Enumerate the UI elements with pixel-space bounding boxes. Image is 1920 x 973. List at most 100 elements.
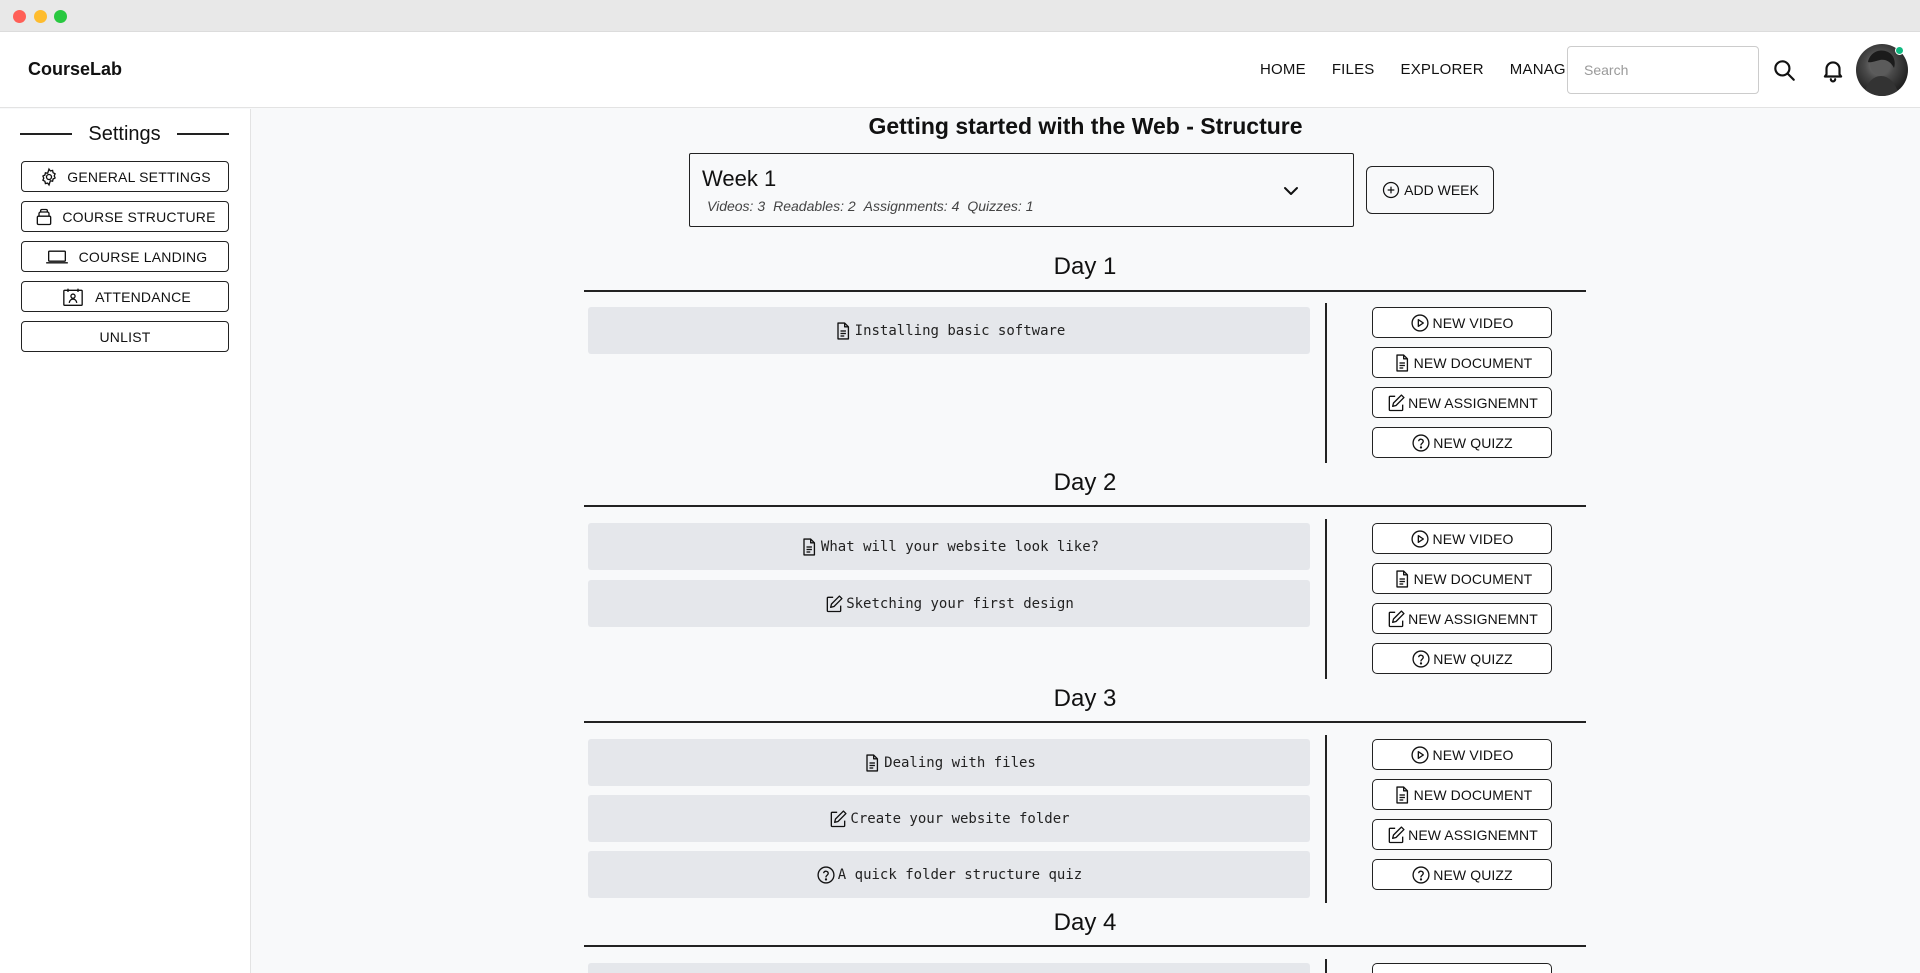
- search-input[interactable]: [1567, 46, 1759, 94]
- item-label: Create your website folder: [850, 810, 1070, 827]
- close-window-button[interactable]: [13, 10, 26, 23]
- action-label: NEW VIDEO: [1432, 530, 1514, 547]
- window-titlebar: [0, 0, 1920, 32]
- day-title: Day 2: [1053, 469, 1117, 496]
- course-landing-button[interactable]: COURSE LANDING: [21, 241, 229, 272]
- sidebar-item-label: UNLIST: [99, 328, 151, 345]
- action-label: NEW VIDEO: [1432, 746, 1514, 763]
- action-label: NEW ASSIGNEMNT: [1408, 826, 1538, 843]
- new-document-button[interactable]: NEW DOCUMENT: [1372, 563, 1552, 594]
- nav-links: HOME FILES EXPLORER MANAGER: [1260, 61, 1613, 78]
- play-circle-icon: [1410, 745, 1430, 765]
- day-divider: [584, 290, 1586, 292]
- column-divider: [1325, 959, 1327, 973]
- general-settings-button[interactable]: GENERAL SETTINGS: [21, 161, 229, 192]
- day-title: Day 4: [1053, 909, 1117, 936]
- nav-link-home[interactable]: HOME: [1260, 61, 1306, 78]
- add-week-button[interactable]: ADD WEEK: [1366, 166, 1494, 214]
- action-label: NEW ASSIGNEMNT: [1408, 394, 1538, 411]
- column-divider: [1325, 735, 1327, 903]
- new-video-button[interactable]: [1372, 963, 1552, 973]
- week-stat-quizzes: Quizzes: 1: [967, 198, 1034, 214]
- list-item[interactable]: What will your website look like?: [588, 523, 1310, 570]
- new-quiz-button[interactable]: NEW QUIZZ: [1372, 859, 1552, 890]
- list-item[interactable]: Installing basic software: [588, 307, 1310, 354]
- sidebar-item-label: COURSE STRUCTURE: [62, 208, 216, 225]
- list-item[interactable]: A quick folder structure quiz: [588, 851, 1310, 898]
- week-stat-videos: Videos: 3: [707, 198, 766, 214]
- sidebar-item-label: GENERAL SETTINGS: [67, 168, 211, 185]
- item-label: A quick folder structure quiz: [837, 866, 1083, 883]
- edit-icon: [824, 594, 844, 614]
- list-item[interactable]: Create your website folder: [588, 795, 1310, 842]
- sidebar-item-label: COURSE LANDING: [78, 248, 208, 265]
- document-icon: [799, 537, 819, 557]
- play-circle-icon: [1410, 529, 1430, 549]
- course-structure-button[interactable]: COURSE STRUCTURE: [21, 201, 229, 232]
- search-icon[interactable]: [1771, 57, 1797, 83]
- settings-sidebar: Settings GENERAL SETTINGS COURSE STRUCTU…: [0, 109, 251, 973]
- brand-logo[interactable]: CourseLab: [28, 59, 122, 80]
- document-icon: [1392, 569, 1412, 589]
- divider: [20, 133, 73, 135]
- item-label: Sketching your first design: [846, 595, 1074, 612]
- new-video-button[interactable]: NEW VIDEO: [1372, 307, 1552, 338]
- new-video-button[interactable]: NEW VIDEO: [1372, 739, 1552, 770]
- action-label: NEW QUIZZ: [1433, 434, 1513, 451]
- new-assignment-button[interactable]: NEW ASSIGNEMNT: [1372, 819, 1552, 850]
- day-title: Day 1: [1053, 253, 1117, 280]
- day-divider: [584, 505, 1586, 507]
- week-dropdown[interactable]: Week 1 Videos: 3 Readables: 2 Assignment…: [689, 153, 1354, 227]
- edit-icon: [1386, 609, 1406, 629]
- item-label: Dealing with files: [884, 754, 1036, 771]
- action-label: NEW DOCUMENT: [1413, 786, 1533, 803]
- gear-icon: [42, 167, 57, 186]
- item-label: Installing basic software: [854, 322, 1066, 339]
- page-title: Getting started with the Web - Structure: [868, 113, 1303, 139]
- new-assignment-button[interactable]: NEW ASSIGNEMNT: [1372, 387, 1552, 418]
- action-label: NEW VIDEO: [1432, 314, 1514, 331]
- new-document-button[interactable]: NEW DOCUMENT: [1372, 347, 1552, 378]
- sidebar-heading: Settings: [20, 121, 230, 147]
- column-divider: [1325, 519, 1327, 679]
- day-divider: [584, 721, 1586, 723]
- week-stat-assignments: Assignments: 4: [863, 198, 960, 214]
- play-circle-icon: [1410, 313, 1430, 333]
- maximize-window-button[interactable]: [54, 10, 67, 23]
- question-icon: [1411, 433, 1431, 453]
- action-label: NEW DOCUMENT: [1413, 354, 1533, 371]
- new-video-button[interactable]: NEW VIDEO: [1372, 523, 1552, 554]
- action-label: NEW QUIZZ: [1433, 650, 1513, 667]
- action-label: NEW QUIZZ: [1433, 866, 1513, 883]
- nav-link-explorer[interactable]: EXPLORER: [1401, 61, 1484, 78]
- laptop-icon: [45, 250, 68, 263]
- week-stats: Videos: 3 Readables: 2 Assignments: 4 Qu…: [707, 198, 1034, 214]
- column-divider: [1325, 303, 1327, 463]
- new-document-button[interactable]: NEW DOCUMENT: [1372, 779, 1552, 810]
- attendance-button[interactable]: ATTENDANCE: [21, 281, 229, 312]
- divider: [176, 133, 230, 135]
- bell-icon[interactable]: [1820, 57, 1846, 83]
- list-item[interactable]: [588, 963, 1310, 973]
- edit-icon: [828, 809, 848, 829]
- add-week-label: ADD WEEK: [1404, 182, 1479, 198]
- week-stat-readables: Readables: 2: [773, 198, 856, 214]
- top-navbar: CourseLab HOME FILES EXPLORER MANAGER: [0, 32, 1920, 108]
- document-icon: [1392, 353, 1412, 373]
- plus-circle-icon: [1383, 181, 1400, 199]
- new-assignment-button[interactable]: NEW ASSIGNEMNT: [1372, 603, 1552, 634]
- minimize-window-button[interactable]: [34, 10, 47, 23]
- question-icon: [816, 865, 836, 885]
- chevron-down-icon: [1284, 187, 1298, 195]
- question-icon: [1411, 649, 1431, 669]
- list-item[interactable]: Dealing with files: [588, 739, 1310, 786]
- list-item[interactable]: Sketching your first design: [588, 580, 1310, 627]
- new-quiz-button[interactable]: NEW QUIZZ: [1372, 427, 1552, 458]
- unlist-button[interactable]: UNLIST: [21, 321, 229, 352]
- nav-link-files[interactable]: FILES: [1332, 61, 1375, 78]
- edit-icon: [1386, 825, 1406, 845]
- sidebar-item-label: ATTENDANCE: [95, 288, 191, 305]
- document-icon: [862, 753, 882, 773]
- day-divider: [584, 945, 1586, 947]
- new-quiz-button[interactable]: NEW QUIZZ: [1372, 643, 1552, 674]
